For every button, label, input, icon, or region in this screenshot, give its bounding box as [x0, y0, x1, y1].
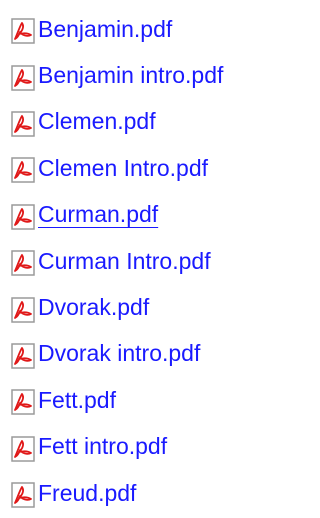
- file-link[interactable]: Dvorak.pdf: [38, 296, 149, 323]
- list-item: Dvorak.pdf: [10, 286, 223, 332]
- list-item: Clemen Intro.pdf: [10, 147, 223, 193]
- list-item: Freud.pdf: [10, 472, 223, 518]
- list-item: Benjamin intro.pdf: [10, 54, 223, 100]
- file-link[interactable]: Benjamin intro.pdf: [38, 64, 223, 91]
- pdf-file-icon: [11, 204, 35, 230]
- pdf-file-icon: [11, 296, 35, 323]
- file-link[interactable]: Benjamin.pdf: [38, 17, 172, 45]
- pdf-file-icon: [11, 435, 35, 462]
- list-item: Dvorak intro.pdf: [10, 333, 223, 379]
- file-link[interactable]: Freud.pdf: [38, 481, 136, 509]
- pdf-file-icon: [11, 482, 35, 508]
- pdf-file-icon: [11, 157, 35, 184]
- file-link[interactable]: Clemen.pdf: [38, 110, 156, 137]
- list-item: Curman.pdf: [10, 194, 223, 240]
- file-link[interactable]: Curman.pdf: [38, 203, 158, 230]
- pdf-file-icon: [11, 389, 35, 416]
- list-item: Fett.pdf: [10, 379, 223, 425]
- pdf-file-icon: [11, 343, 35, 369]
- pdf-file-list: Benjamin.pdf Benjamin intro.pdf Clemen.p…: [10, 8, 223, 518]
- list-item: Clemen.pdf: [10, 101, 223, 147]
- list-item: Fett intro.pdf: [10, 426, 223, 472]
- pdf-file-icon: [11, 250, 35, 276]
- pdf-file-icon: [11, 18, 35, 44]
- pdf-file-icon: [11, 111, 35, 137]
- file-link[interactable]: Curman Intro.pdf: [38, 249, 211, 277]
- file-link[interactable]: Fett intro.pdf: [38, 435, 167, 462]
- list-item: Benjamin.pdf: [10, 8, 223, 54]
- file-link[interactable]: Fett.pdf: [38, 388, 116, 416]
- file-link[interactable]: Clemen Intro.pdf: [38, 156, 208, 184]
- file-link[interactable]: Dvorak intro.pdf: [38, 342, 200, 369]
- list-item: Curman Intro.pdf: [10, 240, 223, 286]
- pdf-file-icon: [11, 64, 35, 91]
